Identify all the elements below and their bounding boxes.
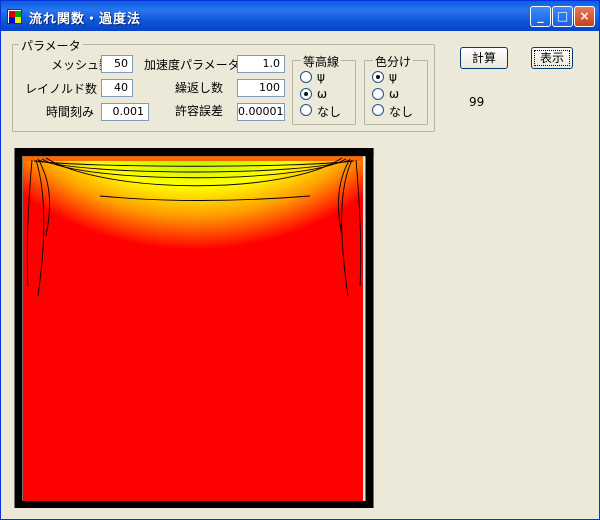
accel-input[interactable]: 1.0	[237, 55, 285, 73]
app-icon[interactable]	[7, 9, 22, 24]
contour-label-omega: ω	[317, 87, 328, 101]
calculate-button[interactable]: 計算	[460, 47, 508, 69]
mesh-input[interactable]: 50	[101, 55, 133, 73]
main-window: 流れ関数・過度法 _ □ × パラメータ メッシュ数 50 レイノルド数 40 …	[0, 0, 600, 520]
coloring-radio-psi[interactable]	[372, 71, 384, 83]
close-button[interactable]: ×	[574, 6, 595, 27]
timestep-input[interactable]: 0.001	[101, 103, 149, 121]
contour-radio-none[interactable]	[300, 104, 312, 116]
flow-plot	[14, 148, 374, 508]
reynolds-label: レイノルド数	[25, 82, 98, 96]
tolerance-label: 許容誤差	[175, 104, 224, 118]
coloring-radio-omega[interactable]	[372, 88, 384, 100]
contour-radio-psi[interactable]	[300, 71, 312, 83]
coloring-legend: 色分け	[373, 53, 414, 70]
contour-label-none: なし	[317, 105, 342, 119]
coloring-radio-none[interactable]	[372, 104, 384, 116]
coloring-label-psi: ψ	[389, 70, 397, 84]
iteration-label: 繰返し数	[175, 81, 224, 95]
window-title: 流れ関数・過度法	[29, 12, 142, 27]
reynolds-input[interactable]: 40	[101, 79, 133, 97]
contour-radio-omega[interactable]	[300, 88, 312, 100]
display-button[interactable]: 表示	[531, 47, 573, 69]
coloring-label-omega: ω	[389, 87, 400, 101]
parameter-legend: パラメータ	[19, 37, 83, 54]
coloring-label-none: なし	[389, 105, 414, 119]
iteration-count: 99	[469, 95, 485, 109]
contour-legend: 等高線	[301, 53, 342, 70]
accel-label: 加速度パラメータ	[144, 58, 240, 72]
timestep-label: 時間刻み	[46, 105, 95, 119]
title-bar[interactable]: 流れ関数・過度法 _ □ ×	[1, 1, 599, 31]
contour-label-psi: ψ	[317, 70, 325, 84]
iteration-input[interactable]: 100	[237, 79, 285, 97]
minimize-button[interactable]: _	[530, 6, 551, 27]
tolerance-input[interactable]: 0.00001	[237, 103, 285, 121]
maximize-button[interactable]: □	[552, 6, 573, 27]
